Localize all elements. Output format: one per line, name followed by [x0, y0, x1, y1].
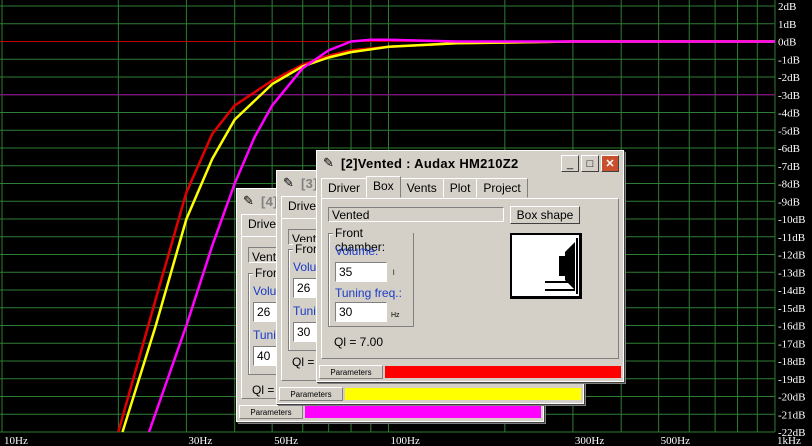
status-bar: Parameters	[319, 365, 621, 379]
x-axis-labels: 10Hz 30Hz 50Hz 100Hz 300Hz 500Hz 1kHz	[4, 435, 801, 446]
y-tick-label: -16dB	[778, 321, 806, 333]
volume-label: Volume:	[335, 244, 379, 258]
speaker-wrench-icon: ✎	[323, 155, 334, 170]
x-tick-label: 100Hz	[391, 435, 420, 446]
close-button[interactable]: ✕	[601, 155, 619, 172]
y-tick-label: -15dB	[778, 303, 806, 315]
y-tick-label: -14dB	[778, 285, 806, 297]
status-bar: Parameters	[239, 405, 541, 419]
parameters-button[interactable]: Parameters	[279, 387, 343, 401]
y-tick-label: -2dB	[778, 72, 800, 84]
y-tick-label: -13dB	[778, 267, 806, 279]
y-tick-label: -3dB	[778, 90, 800, 102]
tuning-unit: Hz	[391, 312, 400, 319]
y-tick-label: 2dB	[778, 1, 796, 13]
tab-plot[interactable]: Plot	[442, 178, 478, 198]
parameters-button[interactable]: Parameters	[239, 405, 303, 419]
vented-box-diagram-icon	[510, 233, 581, 298]
y-tick-label: -22dB	[778, 427, 806, 439]
tab-box[interactable]: Box	[366, 176, 401, 198]
tab-panel: Vented Box shape Front chamber: Volume: …	[321, 198, 619, 359]
status-bar: Parameters	[279, 387, 581, 401]
y-tick-label: -19dB	[778, 374, 806, 386]
y-tick-label: -1dB	[778, 54, 800, 66]
parameters-button[interactable]: Parameters	[319, 365, 383, 379]
tuning-label: Tuni	[293, 304, 316, 318]
y-tick-label: -5dB	[778, 125, 800, 137]
y-axis-labels: 2dB 1dB 0dB -1dB -2dB -3dB -4dB -5dB -6dB -7dB -8d…	[778, 1, 806, 439]
x-tick-label: 50Hz	[274, 435, 298, 446]
maximize-button[interactable]: □	[581, 155, 599, 172]
window-title: [2]Vented : Audax HM210Z2	[341, 156, 519, 171]
volume-label: Volu	[293, 260, 317, 274]
speaker-wrench-icon: ✎	[243, 193, 254, 208]
project-window-2[interactable]: ✎ [2]Vented : Audax HM210Z2 _ □ ✕ Driver…	[316, 150, 624, 382]
window-titlebar[interactable]: ✎ [2]Vented : Audax HM210Z2 _ □ ✕	[319, 153, 621, 175]
y-tick-label: -11dB	[778, 232, 805, 244]
volume-input[interactable]: 35	[335, 262, 387, 282]
tab-strip: Driver Box Vents Plot Project	[321, 176, 528, 198]
tuning-input[interactable]: 30	[335, 302, 387, 322]
y-tick-label: 1dB	[778, 19, 796, 31]
y-tick-label: -4dB	[778, 108, 800, 120]
y-tick-label: -6dB	[778, 143, 800, 155]
box-shape-preview	[510, 233, 582, 299]
curve-color-swatch	[385, 366, 621, 378]
tab-vents[interactable]: Vents	[399, 178, 444, 198]
tab-project[interactable]: Project	[476, 178, 528, 198]
tab-driver[interactable]: Driver	[321, 178, 367, 198]
x-tick-label: 300Hz	[575, 435, 604, 446]
box-shape-button[interactable]: Box shape	[510, 206, 580, 224]
enclosure-type: Vented	[328, 207, 504, 222]
y-tick-label: 0dB	[778, 37, 796, 49]
ql-value: Ql = 7.00	[334, 335, 384, 349]
x-tick-label: 30Hz	[188, 435, 212, 446]
y-tick-label: -9dB	[778, 196, 800, 208]
speaker-wrench-icon: ✎	[283, 175, 294, 190]
volume-label: Volu	[253, 284, 277, 298]
y-tick-label: -12dB	[778, 250, 806, 262]
y-tick-label: -20dB	[778, 392, 806, 404]
curve-color-swatch	[305, 406, 541, 418]
x-tick-label: 10Hz	[4, 435, 28, 446]
volume-unit: l	[393, 270, 395, 277]
minimize-button[interactable]: _	[561, 155, 579, 172]
y-tick-label: -7dB	[778, 161, 800, 173]
y-tick-label: -10dB	[778, 214, 806, 226]
y-tick-label: -18dB	[778, 356, 806, 368]
y-tick-label: -21dB	[778, 409, 806, 421]
curve-color-swatch	[345, 388, 581, 400]
tuning-label: Tuning freq.:	[335, 286, 402, 300]
tuning-label: Tuni	[253, 328, 276, 342]
y-tick-label: -17dB	[778, 338, 806, 350]
y-tick-label: -8dB	[778, 179, 800, 191]
x-tick-label: 500Hz	[661, 435, 690, 446]
front-chamber-group: Front chamber: Volume: 35 l Tuning freq.…	[328, 226, 414, 327]
